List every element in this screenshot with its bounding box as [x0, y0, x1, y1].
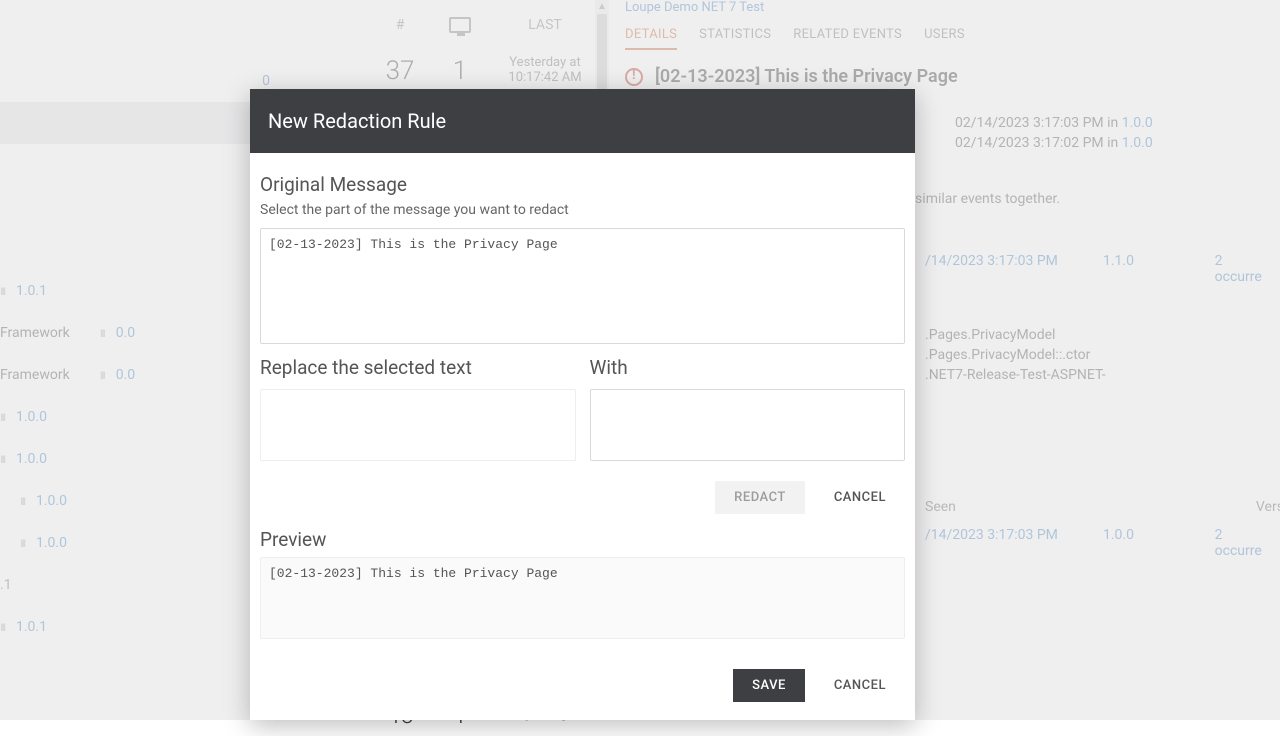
redaction-rule-modal: New Redaction Rule Original Message Sele… [250, 89, 915, 720]
original-message-input[interactable] [260, 228, 905, 344]
save-button[interactable]: SAVE [733, 669, 805, 702]
redact-button[interactable]: REDACT [715, 481, 805, 514]
modal-title: New Redaction Rule [250, 89, 915, 153]
cancel-button[interactable]: CANCEL [815, 669, 905, 702]
with-input[interactable] [590, 389, 906, 461]
preview-output [260, 557, 905, 639]
original-message-label: Original Message [260, 173, 905, 196]
original-message-sub: Select the part of the message you want … [260, 202, 905, 218]
replace-label: Replace the selected text [260, 356, 576, 379]
redact-cancel-button[interactable]: CANCEL [815, 481, 905, 514]
preview-label: Preview [260, 528, 905, 551]
with-label: With [590, 356, 906, 379]
replace-input[interactable] [260, 389, 576, 461]
